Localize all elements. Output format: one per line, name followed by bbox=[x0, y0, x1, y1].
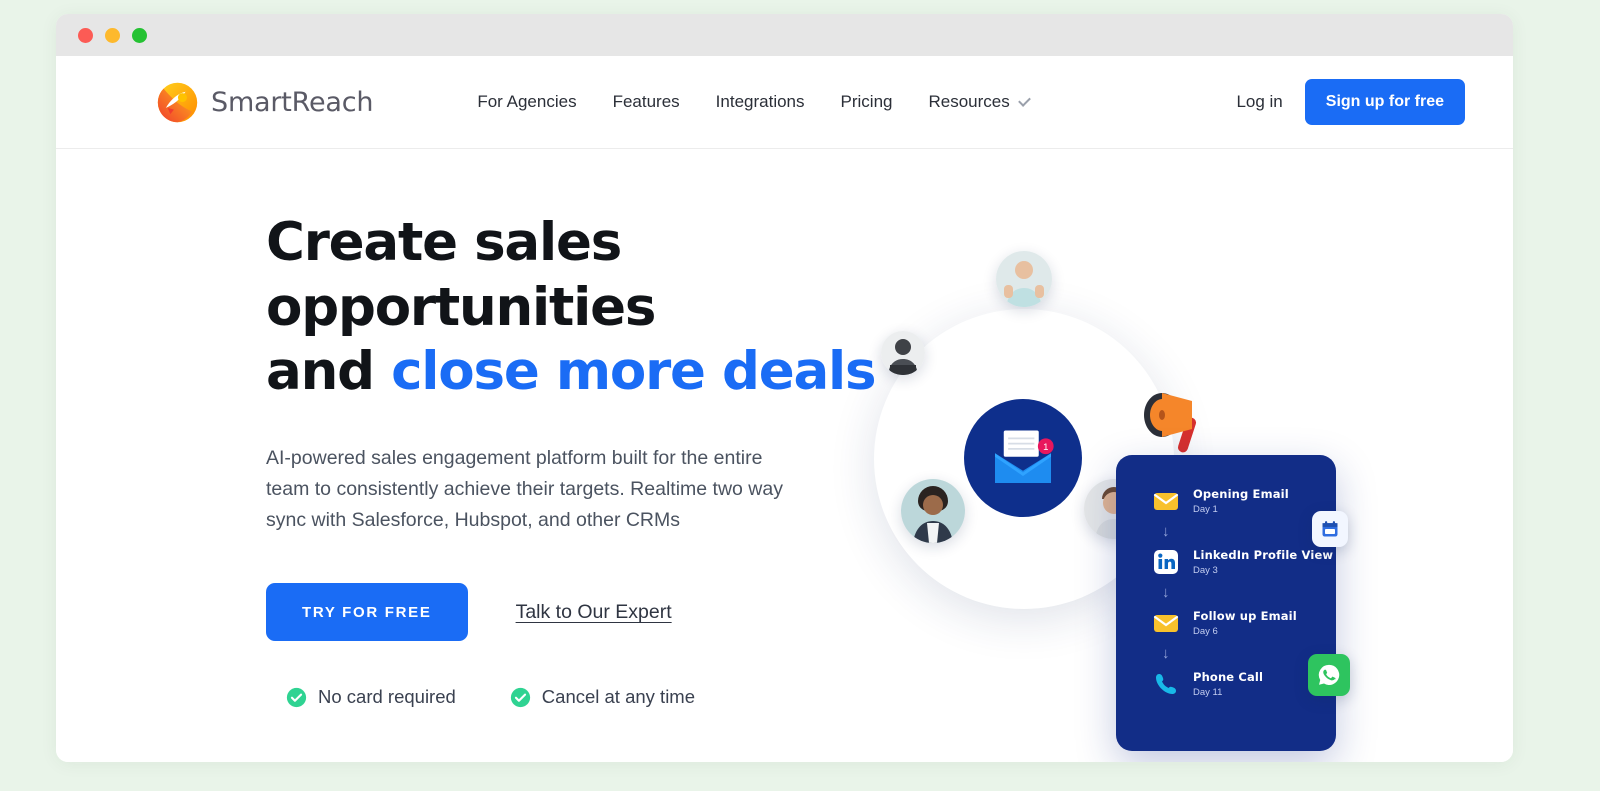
signup-button[interactable]: Sign up for free bbox=[1304, 79, 1465, 125]
window-maximize-button[interactable] bbox=[132, 27, 147, 43]
nav-item-features[interactable]: Features bbox=[613, 92, 680, 112]
open-envelope-icon: 1 bbox=[964, 399, 1082, 517]
nav-item-integrations[interactable]: Integrations bbox=[716, 92, 805, 112]
avatar-person-woman bbox=[901, 479, 965, 543]
sequence-step-title: Follow up Email bbox=[1193, 609, 1297, 623]
window-close-button[interactable] bbox=[78, 27, 93, 43]
chevron-down-icon bbox=[1017, 93, 1031, 107]
avatar-person-bearded bbox=[881, 331, 925, 375]
assurance-no-card: No card required bbox=[286, 686, 456, 708]
try-for-free-button[interactable]: TRY FOR FREE bbox=[266, 583, 468, 642]
sequence-step-day: Day 3 bbox=[1193, 565, 1218, 576]
hero-title-line-1: Create sales opportunities bbox=[266, 212, 656, 338]
sequence-step: Phone Call Day 11 bbox=[1116, 670, 1336, 698]
sequence-step-title: Opening Email bbox=[1193, 487, 1289, 501]
calendar-icon bbox=[1312, 511, 1348, 547]
nav-item-pricing[interactable]: Pricing bbox=[841, 92, 893, 112]
brand-name: SmartReach bbox=[211, 86, 374, 118]
main-navigation: For Agencies Features Integrations Prici… bbox=[477, 92, 1031, 112]
phone-icon bbox=[1156, 674, 1176, 694]
sequence-connector-arrow: ↓ bbox=[1162, 584, 1170, 601]
assurance-cancel-anytime: Cancel at any time bbox=[510, 686, 695, 708]
brand-logo-link[interactable]: SmartReach bbox=[156, 81, 374, 124]
assurance-no-card-label: No card required bbox=[318, 686, 456, 708]
avatar-person-thumbs-up bbox=[996, 251, 1052, 307]
assurance-cancel-label: Cancel at any time bbox=[541, 686, 696, 708]
notification-badge-count: 1 bbox=[1043, 441, 1048, 452]
sequence-connector-arrow: ↓ bbox=[1162, 645, 1170, 662]
nav-item-for-agencies[interactable]: For Agencies bbox=[477, 92, 576, 112]
whatsapp-icon bbox=[1308, 654, 1350, 696]
hero-subtitle: AI-powered sales engagement platform bui… bbox=[266, 446, 783, 531]
megaphone-icon bbox=[1144, 393, 1197, 453]
hero-illustration: 1 Opening Email Day 1 ↓ LinkedIn Profile… bbox=[816, 149, 1476, 762]
hero-title-line-2-accent: close more deals bbox=[391, 341, 876, 403]
browser-window: SmartReach For Agencies Features Integra… bbox=[56, 14, 1513, 762]
check-circle-icon bbox=[510, 687, 530, 707]
talk-to-expert-link[interactable]: Talk to Our Expert bbox=[516, 601, 672, 624]
linkedin-icon bbox=[1154, 550, 1178, 574]
sequence-step: LinkedIn Profile View Day 3 bbox=[1116, 548, 1336, 576]
email-icon bbox=[1153, 493, 1179, 510]
site-header: SmartReach For Agencies Features Integra… bbox=[56, 56, 1513, 149]
sequence-connector-arrow: ↓ bbox=[1162, 523, 1170, 540]
sequence-step-day: Day 6 bbox=[1193, 626, 1218, 637]
check-circle-icon bbox=[286, 687, 307, 707]
email-icon bbox=[1153, 615, 1179, 632]
login-link[interactable]: Log in bbox=[1236, 92, 1282, 112]
hero-title-line-2-plain: and bbox=[266, 341, 392, 403]
header-actions: Log in Sign up for free bbox=[1236, 79, 1465, 125]
sequence-card: Opening Email Day 1 ↓ LinkedIn Profile V… bbox=[1116, 455, 1336, 751]
sequence-step-title: LinkedIn Profile View bbox=[1193, 548, 1334, 562]
sequence-step-day: Day 11 bbox=[1193, 687, 1223, 698]
hero-section: Create sales opportunities and close mor… bbox=[56, 149, 1513, 762]
sequence-step: Opening Email Day 1 bbox=[1116, 487, 1336, 515]
sequence-step-day: Day 1 bbox=[1193, 504, 1218, 515]
nav-item-resources[interactable]: Resources bbox=[928, 92, 1031, 112]
smartreach-logo-icon bbox=[157, 82, 198, 122]
sequence-step: Follow up Email Day 6 bbox=[1116, 609, 1336, 637]
window-minimize-button[interactable] bbox=[105, 27, 120, 43]
nav-item-resources-label: Resources bbox=[928, 92, 1010, 111]
sequence-step-title: Phone Call bbox=[1193, 670, 1264, 684]
browser-title-bar bbox=[56, 14, 1513, 56]
